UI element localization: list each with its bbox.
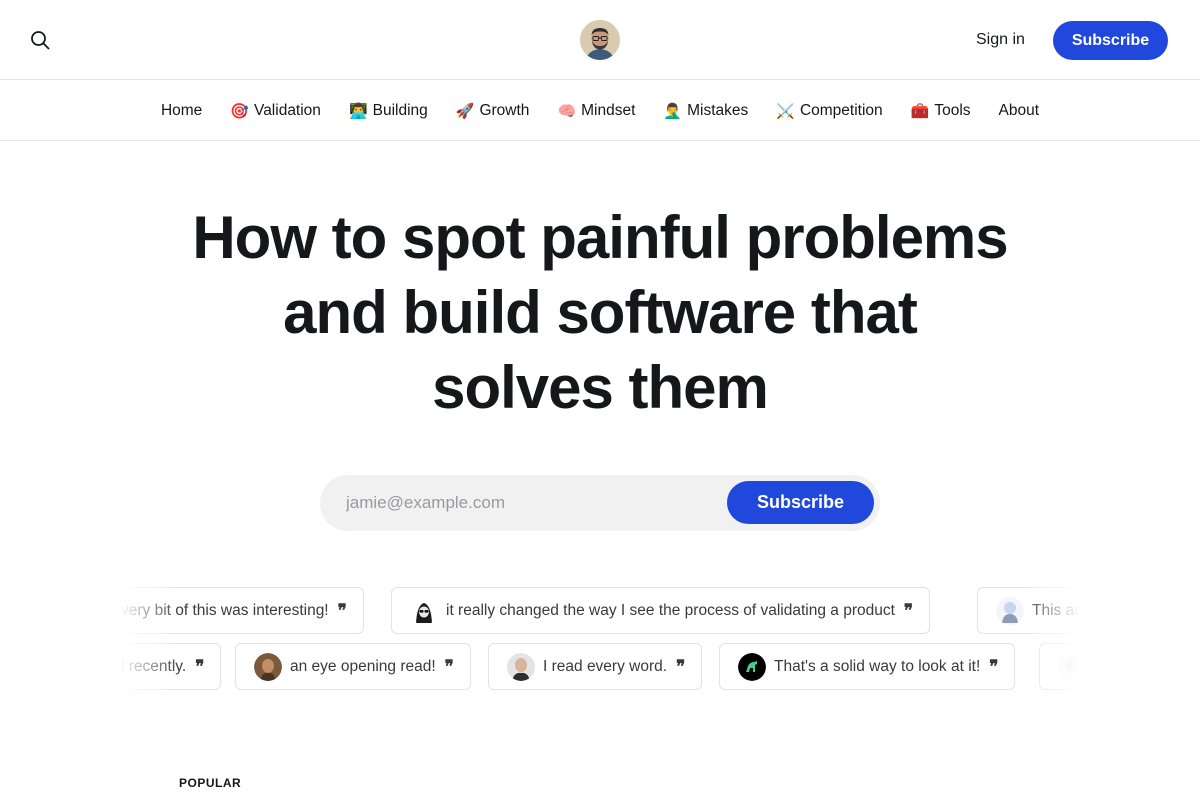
- quote-icon: ❞: [444, 656, 454, 677]
- avatar-astronaut-icon: [996, 596, 1024, 625]
- testimonial-text: very bit of this was interesting!: [121, 601, 329, 619]
- nav-item-tools[interactable]: 🧰 Tools: [911, 102, 971, 120]
- nav-item-label: Home: [160, 101, 203, 119]
- brain-icon: 🧠: [557, 101, 577, 120]
- target-icon: 🎯: [230, 101, 249, 120]
- nav-item-label: Mistakes: [687, 101, 749, 119]
- testimonial-pill: That's a solid way to look at it! ❞: [719, 643, 1016, 690]
- testimonial-pill: l recently. ❞: [120, 643, 222, 690]
- avatar-green-animal-icon: [738, 652, 766, 681]
- sign-in-link[interactable]: Sign in: [976, 28, 1025, 52]
- nav-item-home[interactable]: Home: [161, 102, 202, 120]
- facepalm-icon: 🤦‍♂️: [663, 101, 683, 120]
- nav-item-about[interactable]: About: [999, 102, 1040, 120]
- crossed-swords-icon: ⚔️: [776, 101, 795, 120]
- popular-section-heading: POPULAR: [179, 776, 242, 790]
- hero-headline: How to spot painful problems and build s…: [100, 200, 1100, 425]
- testimonial-pill: it really changed the way I see the proc…: [391, 587, 931, 634]
- site-header: Sign in Subscribe: [0, 0, 1200, 80]
- email-input[interactable]: [346, 491, 726, 515]
- avatar-person-icon: [507, 652, 535, 681]
- avatar: [254, 652, 282, 681]
- avatar-person-icon: [1058, 652, 1080, 681]
- subscribe-button-header[interactable]: Subscribe: [1053, 21, 1168, 60]
- testimonial-text: it really changed the way I see the proc…: [446, 601, 895, 619]
- nav-item-validation[interactable]: 🎯 Validation: [230, 102, 321, 120]
- nav-item-label: Mindset: [581, 101, 636, 119]
- nav-item-competition[interactable]: ⚔️ Competition: [776, 102, 882, 120]
- nav-item-growth[interactable]: 🚀 Growth: [456, 102, 530, 120]
- avatar: [1058, 652, 1080, 681]
- avatar-person-icon: [254, 652, 282, 681]
- avatar-illustration: [580, 20, 620, 60]
- nav-item-label: Competition: [799, 101, 883, 119]
- avatar: [738, 652, 766, 681]
- site-logo-avatar[interactable]: [580, 20, 620, 60]
- avatar-hooded-figure-icon: [410, 596, 438, 625]
- quote-icon: ❞: [676, 656, 686, 677]
- testimonial-pill: I read every word. ❞: [488, 643, 703, 690]
- toolbox-icon: 🧰: [910, 101, 930, 120]
- quote-icon: ❞: [903, 600, 914, 621]
- quote-icon: ❞: [195, 656, 205, 677]
- headline-line-2: and build software that: [283, 279, 918, 346]
- avatar: [410, 596, 438, 625]
- nav-item-label: Growth: [479, 101, 530, 119]
- avatar: [507, 652, 535, 681]
- rocket-icon: 🚀: [455, 101, 475, 120]
- headline-line-3: solves them: [432, 354, 769, 421]
- subscribe-button-hero[interactable]: Subscribe: [727, 481, 874, 524]
- testimonial-pill: This ac: [977, 587, 1080, 634]
- headline-line-1: How to spot painful problems: [192, 204, 1008, 271]
- nav-item-mindset[interactable]: 🧠 Mindset: [557, 102, 635, 120]
- testimonial-text: This ac: [1032, 601, 1080, 619]
- testimonials-marquee: very bit of this was interesting! ❞ it r…: [120, 585, 1080, 695]
- nav-item-label: Validation: [254, 101, 321, 119]
- category-nav: Home 🎯 Validation 👨‍💻 Building 🚀 Growth …: [0, 81, 1200, 141]
- quote-icon: ❞: [337, 600, 347, 621]
- testimonial-text: an eye opening read!: [290, 657, 436, 675]
- nav-item-building[interactable]: 👨‍💻 Building: [349, 102, 428, 120]
- testimonial-text: l recently.: [121, 657, 187, 675]
- testimonial-pill: an eye opening read! ❞: [235, 643, 471, 690]
- quote-icon: ❞: [989, 656, 999, 677]
- nav-item-label: Building: [372, 101, 428, 119]
- testimonial-pill: [1039, 643, 1080, 690]
- technologist-icon: 👨‍💻: [348, 101, 368, 120]
- testimonial-pill: very bit of this was interesting! ❞: [120, 587, 364, 634]
- testimonial-text: That's a solid way to look at it!: [774, 657, 981, 675]
- testimonial-text: I read every word.: [543, 657, 668, 675]
- nav-item-mistakes[interactable]: 🤦‍♂️ Mistakes: [663, 102, 748, 120]
- search-icon: [31, 31, 50, 50]
- newsletter-signup-form: Subscribe: [320, 475, 880, 531]
- search-button[interactable]: [28, 28, 52, 52]
- nav-item-label: Tools: [934, 101, 971, 119]
- avatar: [996, 596, 1024, 625]
- nav-item-label: About: [998, 101, 1040, 119]
